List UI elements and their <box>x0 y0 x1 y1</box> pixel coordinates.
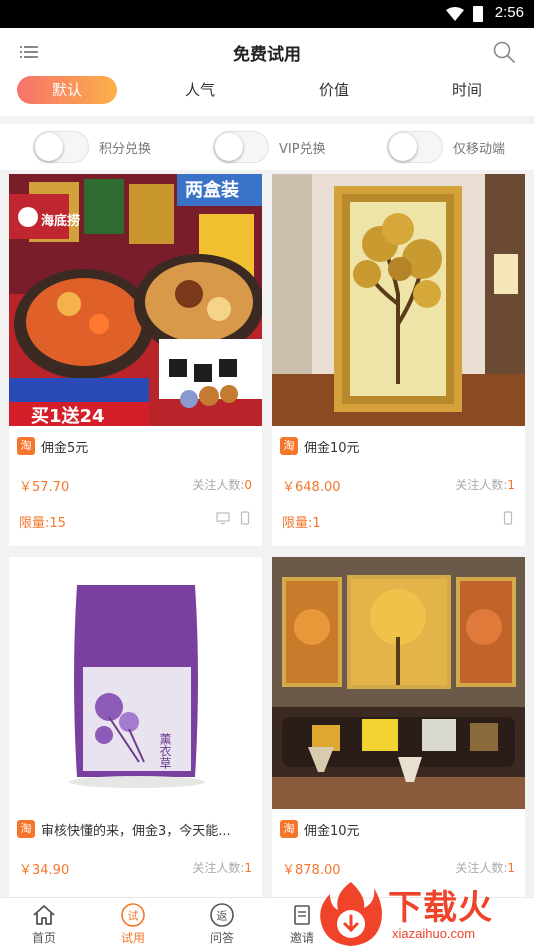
product-card[interactable]: 海底捞 两盒装 买1送24 淘 佣金5元 ￥57.70 关注人数:0 限量:15 <box>9 174 262 546</box>
commission-text: 佣金10元 <box>304 823 360 839</box>
follow-count: 关注人数:0 <box>192 476 252 493</box>
follow-label: 关注人数: <box>455 861 508 875</box>
qa-icon: 返 <box>210 903 234 927</box>
commission-text: 审核快懂的来，佣金3，今天能... <box>41 823 231 839</box>
trial-icon-glyph: 试 <box>128 910 139 923</box>
switch[interactable] <box>213 131 269 163</box>
device-icons <box>216 511 252 525</box>
flame-logo-icon <box>320 882 382 946</box>
watermark: 下载火 xiazaihuo.com <box>310 876 534 949</box>
toggle-vip-exchange[interactable]: VIP兑换 <box>213 130 326 164</box>
pc-icon <box>216 512 230 525</box>
follow-number: 1 <box>507 861 515 875</box>
product-text: 薰衣草 <box>158 733 172 769</box>
nav-trial[interactable]: 试 试用 <box>93 902 173 946</box>
nav-home[interactable]: 首页 <box>4 902 84 946</box>
status-bar: 2:56 <box>0 0 534 28</box>
device-icons <box>501 511 515 525</box>
commission-line: 淘 佣金10元 <box>280 819 520 839</box>
status-time: 2:56 <box>494 4 524 21</box>
product-card[interactable]: 薰衣草 淘 审核快懂的来，佣金3，今天能... ￥34.90 关注人数:1 <box>9 557 262 897</box>
tab-time[interactable]: 时间 <box>417 76 517 104</box>
toggle-label: 仅移动端 <box>453 141 506 157</box>
price: ￥34.90 <box>19 863 70 878</box>
filter-toggles: 积分兑换 VIP兑换 仅移动端 <box>0 124 534 170</box>
promo-text: 买1送24 <box>31 406 105 426</box>
sort-tabs: 默认 人气 价值 时间 <box>0 74 534 108</box>
follow-label: 关注人数: <box>192 861 245 875</box>
commission-line: 淘 审核快懂的来，佣金3，今天能... <box>17 819 257 839</box>
page-title: 免费试用 <box>233 45 301 65</box>
painting-image <box>272 174 525 426</box>
limit-quantity: 限量:1 <box>282 516 321 531</box>
taobao-badge: 淘 <box>17 820 35 838</box>
watermark-url: xiazaihuo.com <box>392 926 476 941</box>
search-icon[interactable] <box>492 40 516 64</box>
product-image[interactable] <box>272 557 525 809</box>
product-card[interactable]: 淘 佣金10元 ￥648.00 关注人数:1 限量:1 <box>272 174 525 546</box>
switch-knob <box>389 133 417 161</box>
wifi-icon <box>446 7 464 21</box>
taobao-badge: 淘 <box>17 437 35 455</box>
follow-number: 1 <box>244 861 252 875</box>
taobao-badge: 淘 <box>280 820 298 838</box>
battery-icon <box>473 6 483 22</box>
mobile-icon <box>503 511 513 525</box>
badge-text: 两盒装 <box>185 180 239 201</box>
commission-line: 淘 佣金10元 <box>280 436 520 456</box>
switch[interactable] <box>33 131 89 163</box>
product-card[interactable]: 淘 佣金10元 ￥878.00 关注人数:1 <box>272 557 525 897</box>
watermark-text: 下载火 <box>388 888 493 928</box>
follow-count: 关注人数:1 <box>192 859 252 876</box>
toggle-points-exchange[interactable]: 积分兑换 <box>33 130 151 164</box>
follow-number: 0 <box>244 478 252 492</box>
product-image[interactable] <box>272 174 525 426</box>
follow-label: 关注人数: <box>192 478 245 492</box>
switch-knob <box>215 133 243 161</box>
lavender-pack-image <box>9 557 262 809</box>
nav-label: 问答 <box>209 931 234 945</box>
product-image[interactable]: 海底捞 两盒装 买1送24 <box>9 174 262 426</box>
follow-label: 关注人数: <box>455 478 508 492</box>
price: ￥648.00 <box>282 480 341 495</box>
commission-line: 淘 佣金5元 <box>17 436 257 456</box>
follow-count: 关注人数:1 <box>455 859 515 876</box>
toggle-mobile-only[interactable]: 仅移动端 <box>387 130 505 164</box>
commission-text: 佣金10元 <box>304 440 360 456</box>
brand-text: 海底捞 <box>41 214 81 229</box>
home-icon <box>33 905 55 925</box>
nav-qa[interactable]: 返 问答 <box>182 902 262 946</box>
taobao-badge: 淘 <box>280 437 298 455</box>
tab-value[interactable]: 价值 <box>284 76 384 104</box>
header: 免费试用 默认 人气 价值 时间 <box>0 28 534 116</box>
tab-default[interactable]: 默认 <box>17 76 117 104</box>
mobile-icon <box>240 511 250 525</box>
follow-count: 关注人数:1 <box>455 476 515 493</box>
toggle-label: VIP兑换 <box>279 141 326 157</box>
nav-label: 首页 <box>31 931 56 945</box>
triptych-image <box>272 557 525 809</box>
commission-text: 佣金5元 <box>41 440 89 456</box>
switch-knob <box>35 133 63 161</box>
product-image[interactable]: 薰衣草 <box>9 557 262 809</box>
trial-icon: 试 <box>121 903 145 927</box>
nav-label: 试用 <box>120 931 145 945</box>
limit-quantity: 限量:15 <box>19 516 66 531</box>
follow-number: 1 <box>507 478 515 492</box>
toggle-label: 积分兑换 <box>99 141 152 157</box>
tab-popularity[interactable]: 人气 <box>150 76 250 104</box>
qa-icon-glyph: 返 <box>217 910 228 923</box>
switch[interactable] <box>387 131 443 163</box>
price: ￥57.70 <box>19 480 70 495</box>
